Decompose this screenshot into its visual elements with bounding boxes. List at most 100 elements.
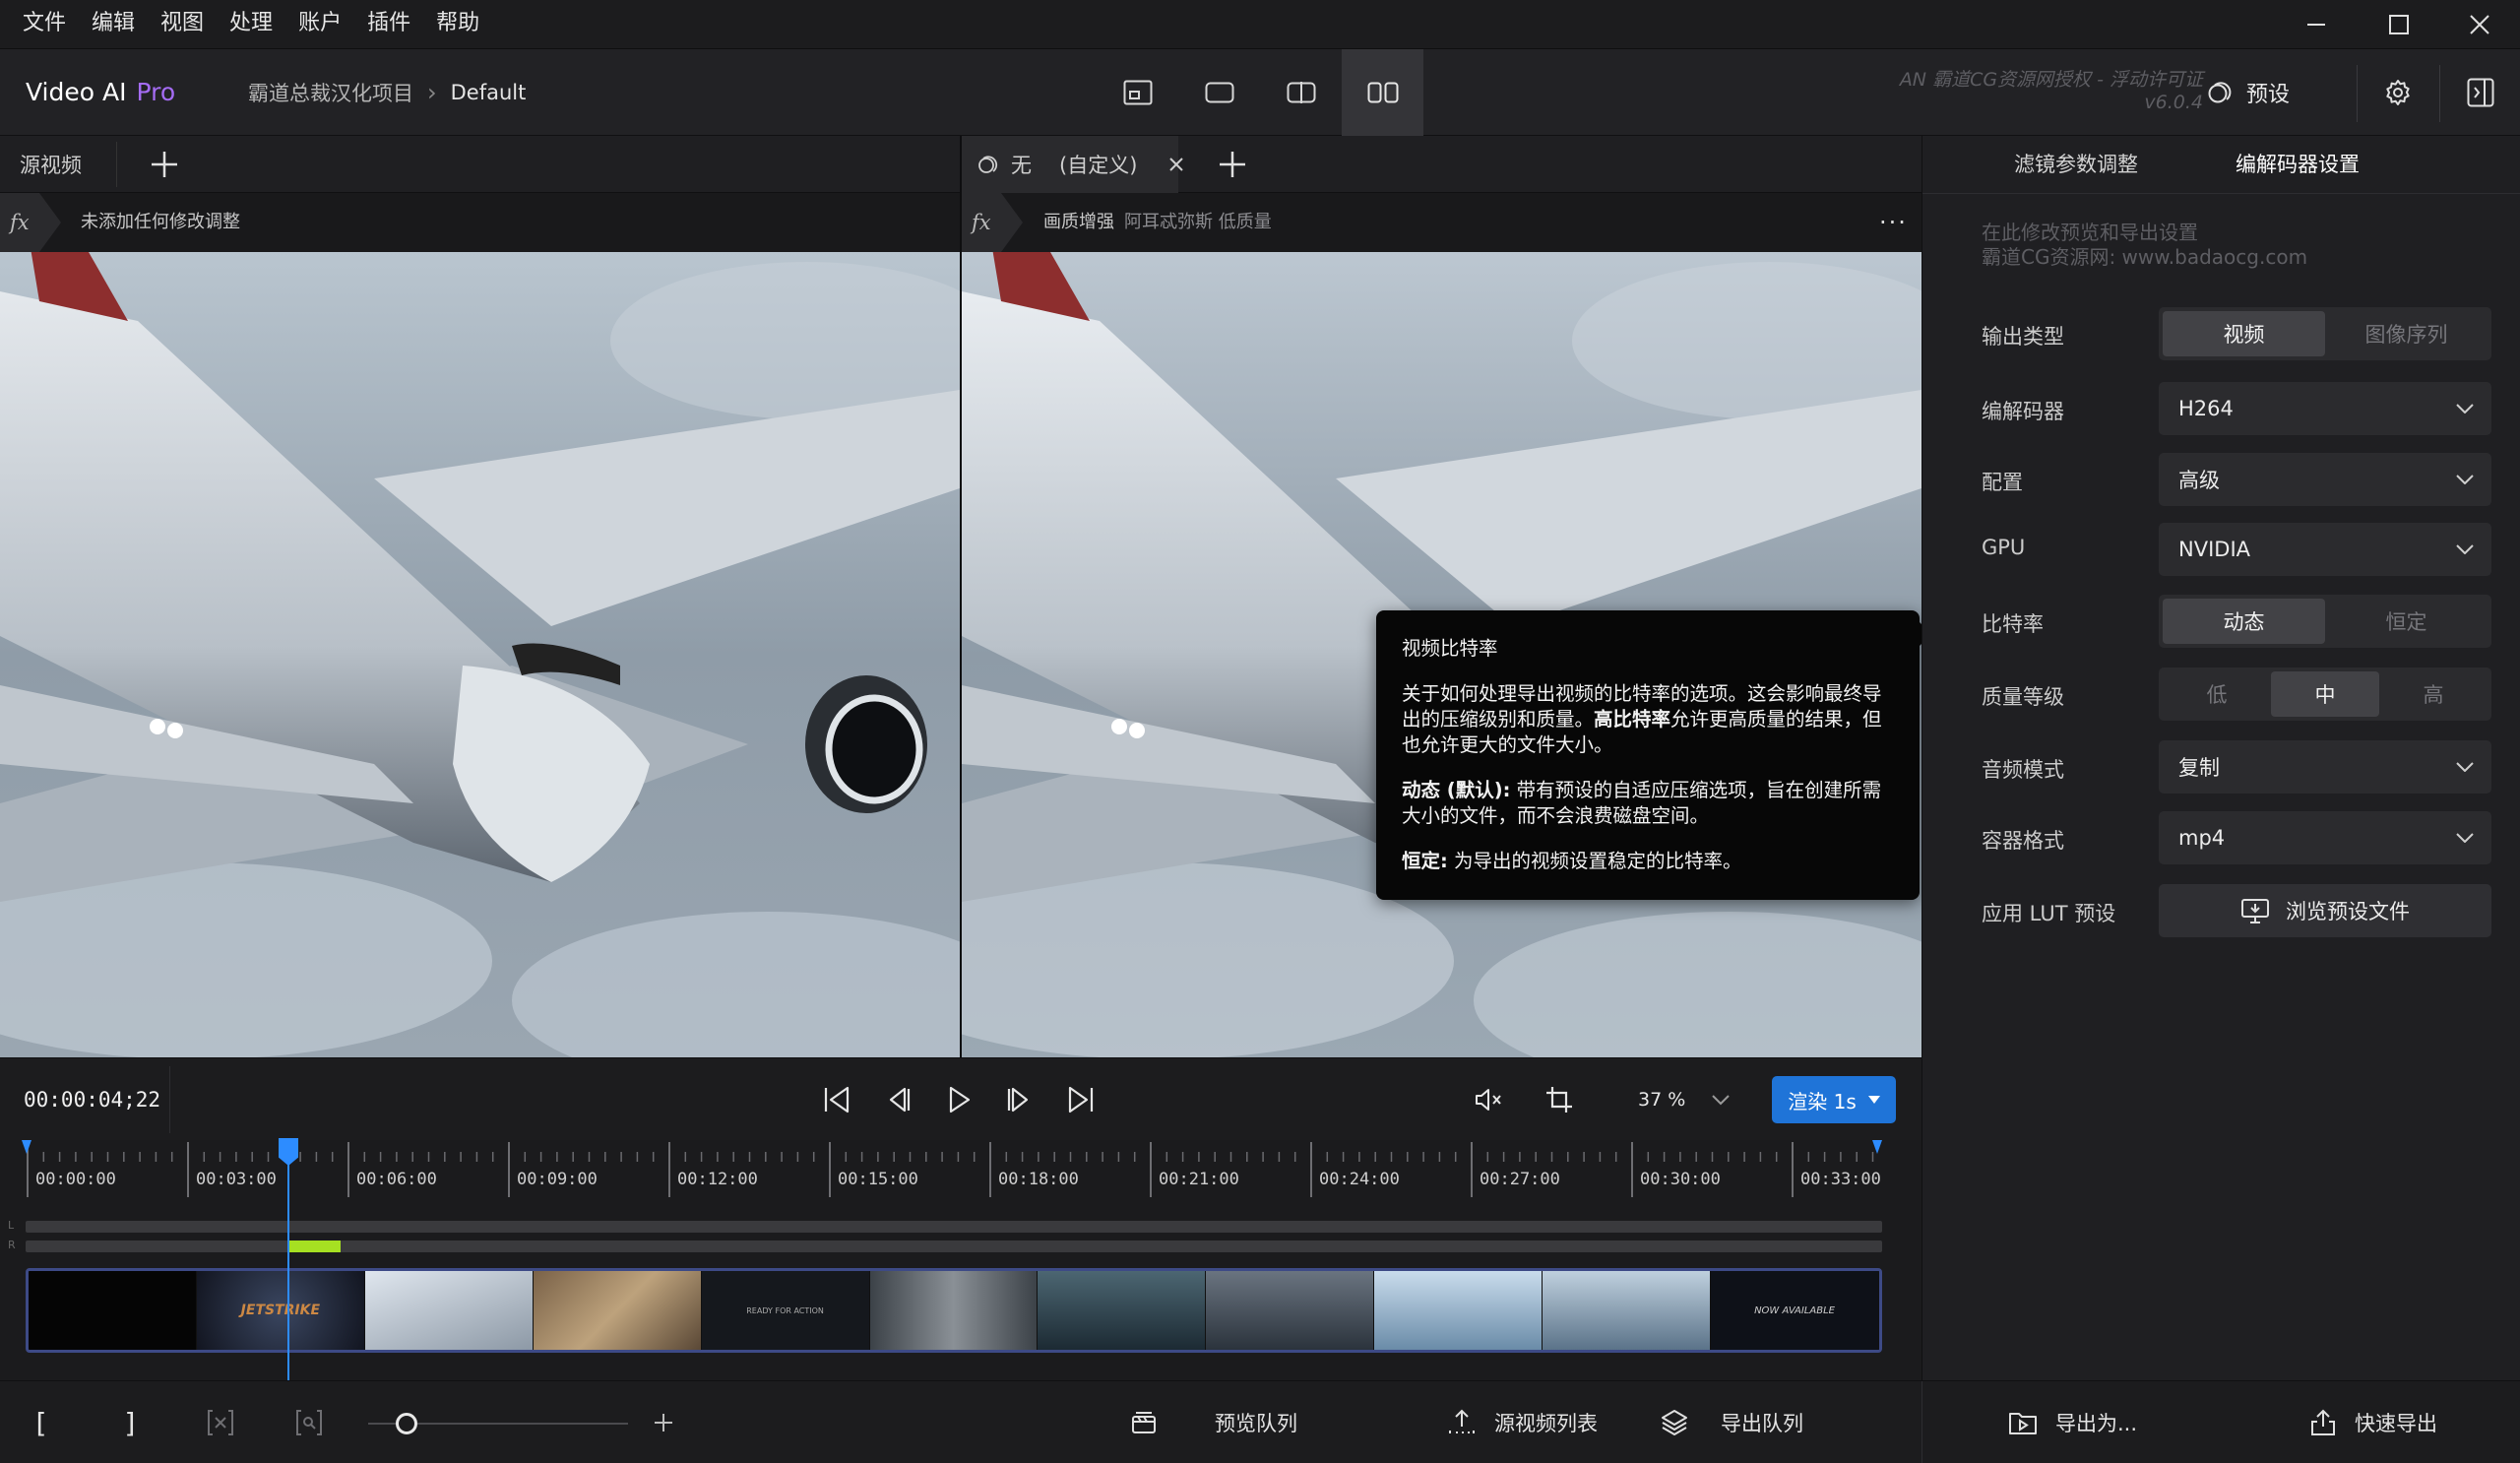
- preview-tab-bar: 无 (自定义): [962, 136, 1922, 193]
- ruler-label: 00:03:00: [196, 1170, 277, 1189]
- minimize-button[interactable]: [2276, 0, 2357, 49]
- tab-preview[interactable]: 无 (自定义): [977, 136, 1137, 193]
- preview-queue-label: 预览队列: [1215, 1412, 1297, 1435]
- zoom-to-range-button[interactable]: [289, 1381, 329, 1463]
- tab-source-video[interactable]: 源视频: [20, 136, 82, 193]
- tooltip-bold: 动态 (默认):: [1402, 779, 1511, 801]
- close-tab-button[interactable]: [1168, 136, 1184, 193]
- audio-mode-select[interactable]: 复制: [2159, 740, 2491, 794]
- next-frame-button[interactable]: [996, 1076, 1043, 1123]
- bitrate-constant[interactable]: 恒定: [2325, 599, 2488, 644]
- menu-process[interactable]: 处理: [217, 0, 285, 49]
- chevron-down-icon: [2456, 544, 2474, 554]
- crop-button[interactable]: [1536, 1076, 1583, 1123]
- bitrate-toggle: 动态 恒定: [2159, 595, 2491, 648]
- monitor-import-icon: [2241, 899, 2269, 923]
- menu-help[interactable]: 帮助: [423, 0, 492, 49]
- breadcrumb-project[interactable]: 霸道总裁汉化项目: [248, 78, 413, 107]
- preset-button[interactable]: 预设: [2207, 49, 2290, 136]
- clear-range-button[interactable]: [201, 1381, 240, 1463]
- ruler-label: 00:15:00: [838, 1170, 918, 1189]
- add-preview-tab-button[interactable]: [1218, 136, 1247, 193]
- mute-button[interactable]: [1465, 1076, 1512, 1123]
- export-as-label: 导出为...: [2055, 1412, 2138, 1435]
- view-single-button[interactable]: [1178, 49, 1260, 136]
- output-type-image-sequence[interactable]: 图像序列: [2325, 311, 2488, 356]
- view-split-button[interactable]: [1260, 49, 1342, 136]
- tooltip-para-3: 恒定: 为导出的视频设置稳定的比特率。: [1402, 849, 1894, 874]
- tab-preview-label: 无: [1011, 154, 1032, 177]
- thumbnail: [1374, 1271, 1544, 1350]
- source-video-frame[interactable]: [0, 252, 960, 1057]
- quality-high[interactable]: 高: [2379, 671, 2488, 717]
- add-source-tab-button[interactable]: [150, 136, 179, 193]
- step-forward-icon: [1007, 1087, 1029, 1113]
- close-icon: [2470, 15, 2489, 34]
- fx-badge[interactable]: fx: [962, 193, 1023, 252]
- preset-label: 预设: [2246, 83, 2291, 107]
- audio-channel-left: [26, 1221, 1882, 1233]
- menu-plugins[interactable]: 插件: [354, 0, 423, 49]
- view-side-by-side-button[interactable]: [1342, 49, 1423, 136]
- go-to-start-button[interactable]: [813, 1076, 860, 1123]
- close-window-button[interactable]: [2439, 0, 2520, 49]
- output-type-video[interactable]: 视频: [2163, 311, 2325, 356]
- step-back-icon: [889, 1087, 911, 1113]
- container-select[interactable]: mp4: [2159, 811, 2491, 864]
- export-as-button[interactable]: 导出为...: [2008, 1381, 2137, 1463]
- preview-queue-button[interactable]: 预览队列: [1130, 1381, 1297, 1463]
- toggle-panel-button[interactable]: [2439, 49, 2520, 136]
- zoom-slider-thumb[interactable]: [396, 1413, 417, 1434]
- menu-view[interactable]: 视图: [148, 0, 217, 49]
- source-list-button[interactable]: 源视频列表: [1447, 1381, 1598, 1463]
- tooltip-bold: 恒定:: [1402, 850, 1448, 872]
- chevron-down-icon: [2456, 762, 2474, 772]
- menu-file[interactable]: 文件: [10, 0, 79, 49]
- previous-frame-button[interactable]: [874, 1076, 921, 1123]
- view-zoom-icon: [1123, 80, 1152, 105]
- output-type-toggle: 视频 图像序列: [2159, 307, 2491, 360]
- play-button[interactable]: [935, 1076, 982, 1123]
- upload-list-icon: [1449, 1409, 1475, 1433]
- browse-lut-button[interactable]: 浏览预设文件: [2159, 884, 2491, 937]
- fx-badge[interactable]: fx: [0, 193, 61, 252]
- tab-preview-suffix: (自定义): [1059, 154, 1138, 177]
- maximize-button[interactable]: [2359, 0, 2439, 49]
- mute-icon: [1476, 1089, 1501, 1111]
- ruler-label: 00:00:00: [35, 1170, 116, 1189]
- codec-select[interactable]: H264: [2159, 382, 2491, 435]
- maximize-icon: [2389, 15, 2409, 34]
- tooltip-text: 为导出的视频设置稳定的比特率。: [1447, 850, 1742, 872]
- output-type-label: 输出类型: [1982, 325, 2064, 349]
- app-name: Video AI: [26, 78, 127, 106]
- ruler-label: 00:30:00: [1640, 1170, 1721, 1189]
- ruler-label: 00:33:00: [1800, 1170, 1881, 1189]
- tab-filter-params[interactable]: 滤镜参数调整: [2014, 136, 2138, 193]
- breadcrumb-preset[interactable]: Default: [451, 81, 527, 104]
- menu-account[interactable]: 账户: [285, 0, 354, 49]
- go-to-end-button[interactable]: [1057, 1076, 1104, 1123]
- set-in-point-button[interactable]: [: [22, 1381, 61, 1463]
- filmstrip[interactable]: JETSTRIKE READY FOR ACTION NOW AVAILABLE: [26, 1268, 1882, 1353]
- quick-export-button[interactable]: 快速导出: [2309, 1381, 2437, 1463]
- zoom-in-button[interactable]: [646, 1381, 681, 1463]
- quality-medium[interactable]: 中: [2271, 671, 2379, 717]
- codec-value: H264: [2178, 397, 2234, 420]
- render-button[interactable]: 渲染 1s: [1772, 1076, 1896, 1123]
- view-single-zoom-button[interactable]: [1097, 49, 1178, 136]
- license-text: AN 霸道CG资源网授权 - 浮动许可证: [1899, 69, 2203, 91]
- settings-button[interactable]: [2357, 49, 2439, 136]
- gpu-select[interactable]: NVIDIA: [2159, 523, 2491, 576]
- quality-low[interactable]: 低: [2163, 671, 2271, 717]
- ruler-label: 00:09:00: [517, 1170, 598, 1189]
- more-options-icon[interactable]: ···: [1879, 209, 1908, 236]
- menu-edit[interactable]: 编辑: [79, 0, 148, 49]
- tab-codec-settings[interactable]: 编解码器设置: [2236, 136, 2360, 193]
- view-side-by-side-icon: [1367, 82, 1398, 103]
- set-out-point-button[interactable]: ]: [110, 1381, 150, 1463]
- preview-fx-bar: fx 画质增强 阿耳忒弥斯 低质量 ···: [962, 193, 1922, 252]
- export-queue-button[interactable]: 导出队列: [1660, 1381, 1803, 1463]
- zoom-select[interactable]: 37 %: [1638, 1058, 1731, 1141]
- bitrate-dynamic[interactable]: 动态: [2163, 599, 2325, 644]
- profile-select[interactable]: 高级: [2159, 453, 2491, 506]
